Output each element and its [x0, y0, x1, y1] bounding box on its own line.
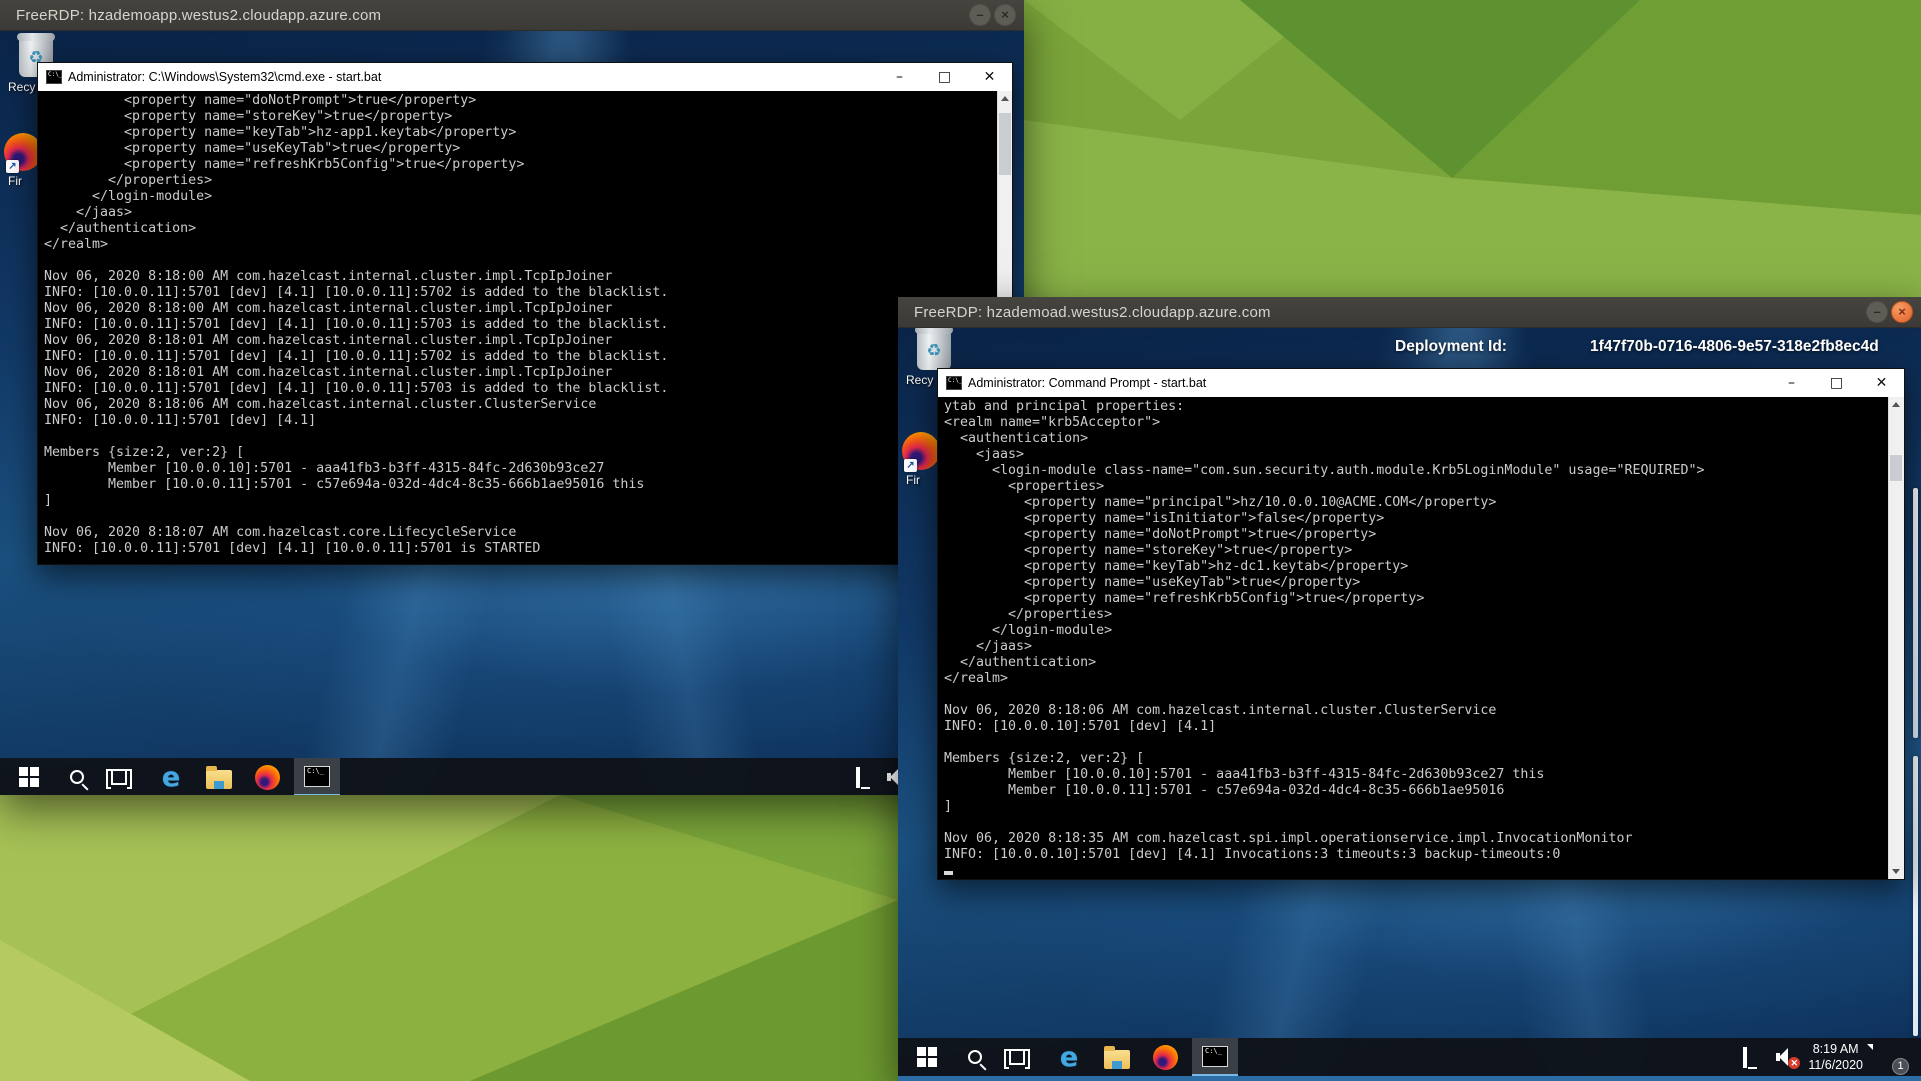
cmd-ad-terminal[interactable]: ytab and principal properties: <realm na… — [938, 397, 1904, 879]
notification-badge: 1 — [1892, 1058, 1909, 1075]
mute-badge: ✕ — [1788, 1057, 1800, 1069]
folder-icon — [1104, 1050, 1130, 1069]
close-button[interactable]: ✕ — [967, 63, 1012, 91]
edge-button[interactable]: e — [1048, 1038, 1090, 1076]
cmd-taskbar-button[interactable]: C:\_ — [294, 758, 340, 795]
scrollbar[interactable] — [1888, 397, 1904, 879]
firefox-icon — [1153, 1045, 1178, 1070]
minimize-button[interactable]: – — [1866, 301, 1888, 323]
close-button[interactable]: × — [1891, 301, 1913, 323]
task-view-icon — [111, 769, 127, 785]
cmd-app-terminal[interactable]: <property name="doNotPrompt">true</prope… — [38, 91, 1012, 564]
background-window-edge — [1913, 756, 1918, 1036]
freerdp-app-title: FreeRDP: hzademoapp.westus2.cloudapp.azu… — [0, 7, 381, 24]
scrollbar-thumb[interactable] — [1890, 455, 1902, 481]
remote-desktop-ad: Deployment Id: 1f47f70b-0716-4806-9e57-3… — [898, 328, 1921, 1081]
deployment-id-value: 1f47f70b-0716-4806-9e57-318e2fb8ec4d — [1590, 338, 1879, 356]
freerdp-app-titlebar[interactable]: FreeRDP: hzademoapp.westus2.cloudapp.azu… — [0, 0, 1024, 31]
taskbar-ad: e C:\_ ✕ 8:19 A — [898, 1038, 1921, 1076]
clock-date: 11/6/2020 — [1808, 1058, 1863, 1072]
file-explorer-button[interactable] — [198, 758, 240, 795]
search-button[interactable] — [954, 1038, 996, 1076]
screen: FreeRDP: hzademoapp.westus2.cloudapp.azu… — [0, 0, 1921, 1081]
minimize-button[interactable]: – — [969, 4, 991, 26]
scrollbar-thumb[interactable] — [999, 113, 1011, 175]
minimize-button[interactable]: – — [877, 63, 922, 91]
firefox-button[interactable] — [1144, 1038, 1186, 1076]
folder-icon — [206, 770, 232, 789]
recycle-symbol: ♻ — [917, 342, 951, 359]
cmd-app-titlebar[interactable]: C:\_ Administrator: C:\Windows\System32\… — [38, 63, 1012, 91]
close-button[interactable]: × — [994, 4, 1016, 26]
close-button[interactable]: ✕ — [1859, 369, 1904, 397]
background-window-edge — [1913, 488, 1918, 738]
clock[interactable]: 8:19 AM 11/6/2020 — [1808, 1041, 1863, 1073]
file-explorer-button[interactable] — [1096, 1038, 1138, 1076]
edge-icon: e — [1060, 1044, 1078, 1071]
windows-logo-icon — [917, 1047, 937, 1067]
shortcut-arrow-icon: ↗ — [904, 459, 917, 472]
start-button[interactable] — [8, 758, 50, 795]
terminal-cursor — [944, 871, 953, 875]
action-center-button[interactable]: 1 — [1875, 1045, 1905, 1069]
speaker-muted-icon[interactable]: ✕ — [1776, 1048, 1796, 1066]
remote-desktop-app: ♻ Recy ↗ Fir C:\_ Administrator: C:\Wind… — [0, 31, 1024, 795]
cmd-icon: C:\_ — [304, 766, 330, 787]
search-icon — [70, 770, 84, 784]
wallpaper-strip — [898, 1076, 1921, 1081]
minimize-button[interactable]: – — [1769, 369, 1814, 397]
network-icon[interactable] — [856, 769, 877, 786]
firefox-icon — [255, 765, 280, 790]
edge-button[interactable]: e — [150, 758, 192, 795]
cmd-ad-titlebar[interactable]: C:\_ Administrator: Command Prompt - sta… — [938, 369, 1904, 397]
freerdp-window-app: FreeRDP: hzademoapp.westus2.cloudapp.azu… — [0, 0, 1024, 795]
windows-logo-icon — [19, 767, 39, 787]
edge-icon: e — [162, 764, 180, 791]
cmd-ad-icon: C:\_ — [946, 376, 962, 390]
terminal-output: <property name="doNotPrompt">true</prope… — [38, 91, 1012, 557]
freerdp-window-ad: FreeRDP: hzademoad.westus2.cloudapp.azur… — [898, 297, 1921, 1081]
task-view-icon — [1009, 1049, 1025, 1065]
freerdp-ad-titlebar[interactable]: FreeRDP: hzademoad.westus2.cloudapp.azur… — [898, 297, 1921, 328]
cmd-taskbar-button[interactable]: C:\_ — [1192, 1038, 1238, 1076]
scroll-up-icon[interactable] — [998, 91, 1012, 105]
cmd-ad-title: Administrator: Command Prompt - start.ba… — [968, 376, 1206, 390]
cmd-app-title: Administrator: C:\Windows\System32\cmd.e… — [68, 70, 381, 84]
clock-time: 8:19 AM — [1813, 1042, 1859, 1056]
taskbar-app: e C:\_ — [0, 758, 1024, 795]
terminal-output: ytab and principal properties: <realm na… — [938, 397, 1904, 863]
task-view-button[interactable] — [98, 758, 140, 795]
shortcut-arrow-icon: ↗ — [6, 160, 19, 173]
cmd-app-icon: C:\_ — [46, 70, 62, 84]
maximize-button[interactable]: □ — [1814, 369, 1859, 397]
cmd-window-app: C:\_ Administrator: C:\Windows\System32\… — [37, 62, 1013, 565]
search-icon — [968, 1050, 982, 1064]
scroll-down-icon[interactable] — [1889, 865, 1904, 879]
start-button[interactable] — [906, 1038, 948, 1076]
cmd-icon: C:\_ — [1202, 1046, 1228, 1067]
freerdp-ad-title: FreeRDP: hzademoad.westus2.cloudapp.azur… — [898, 304, 1271, 321]
scroll-up-icon[interactable] — [1889, 397, 1904, 411]
firefox-button[interactable] — [246, 758, 288, 795]
task-view-button[interactable] — [996, 1038, 1038, 1076]
cmd-window-ad: C:\_ Administrator: Command Prompt - sta… — [937, 368, 1905, 880]
network-icon[interactable] — [1743, 1049, 1764, 1066]
deployment-id-label: Deployment Id: — [1395, 338, 1507, 356]
maximize-button[interactable]: □ — [922, 63, 967, 91]
search-button[interactable] — [56, 758, 98, 795]
